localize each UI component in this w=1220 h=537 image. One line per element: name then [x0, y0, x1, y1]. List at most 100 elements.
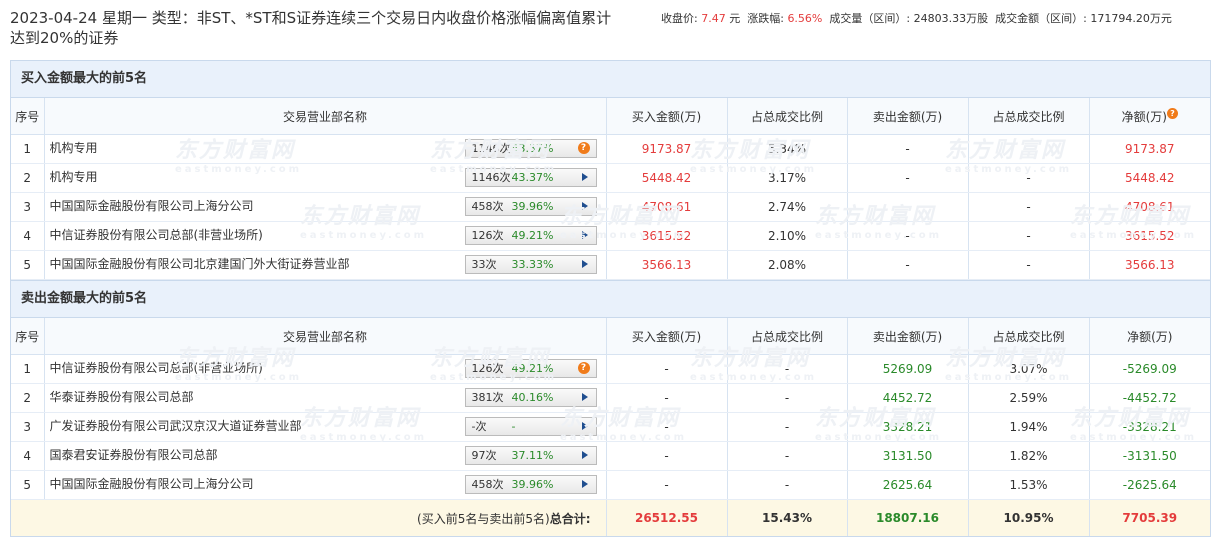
- sell-table: 序号 交易营业部名称 买入金额(万) 占总成交比例 卖出金额(万) 占总成交比例…: [11, 318, 1210, 536]
- appear-count: -次: [471, 420, 487, 433]
- sell-table-row: 2 华泰证券股份有限公司总部 381次 40.16% - - 4452.72 2…: [11, 383, 1210, 413]
- buy-table-row: 3 中国国际金融股份有限公司上海分公司 458次 39.96% 4708.61 …: [11, 192, 1210, 222]
- sell-ratio: -: [968, 192, 1090, 222]
- appear-count: 458次: [471, 478, 504, 491]
- appear-count: 97次: [471, 449, 497, 462]
- help-icon[interactable]: ?: [577, 142, 590, 154]
- branch-name-link[interactable]: 华泰证券股份有限公司总部: [50, 388, 460, 405]
- history-pill[interactable]: 381次 40.16%: [464, 388, 597, 407]
- col-sell-ratio: 占总成交比例: [968, 318, 1090, 355]
- buy-table-row: 4 中信证券股份有限公司总部(非营业场所) 126次 49.21% 3615.5…: [11, 221, 1210, 251]
- up-rate: 39.96%: [511, 200, 554, 213]
- sell-amount: 5269.09: [847, 354, 969, 384]
- buy-amount: -: [606, 354, 728, 384]
- sell-table-row: 5 中国国际金融股份有限公司上海分公司 458次 39.96% - - 2625…: [11, 470, 1210, 500]
- branch-name-link[interactable]: 中信证券股份有限公司总部(非营业场所): [50, 226, 460, 243]
- sell-table-row: 1 中信证券股份有限公司总部(非营业场所) 126次 49.21% ? - - …: [11, 354, 1210, 384]
- total-label-prefix: (买入前5名与卖出前5名): [417, 511, 550, 526]
- buy-amount: 4708.61: [606, 192, 728, 222]
- buy-amount: -: [606, 470, 728, 500]
- volume-label: 成交量（区间）:: [829, 12, 911, 25]
- total-label-bold: 总合计:: [549, 511, 591, 526]
- volume-value: 24803.33万股: [913, 12, 989, 25]
- appear-count: 458次: [471, 200, 504, 213]
- close-unit: 元: [729, 12, 741, 25]
- play-arrow-icon[interactable]: [581, 451, 588, 459]
- appear-count: 126次: [471, 362, 504, 375]
- play-arrow-icon[interactable]: [581, 260, 588, 268]
- branch-cell: 机构专用 1146次 43.37%: [44, 163, 607, 193]
- col-index: 序号: [11, 98, 45, 135]
- sell-table-row: 4 国泰君安证券股份有限公司总部 97次 37.11% - - 3131.50 …: [11, 441, 1210, 471]
- play-arrow-icon[interactable]: [581, 393, 588, 401]
- col-net-label: 净额(万): [1121, 109, 1167, 124]
- history-pill[interactable]: 97次 37.11%: [464, 446, 597, 465]
- buy-table-row: 2 机构专用 1146次 43.37% 5448.42 3.17% - - 54…: [11, 163, 1210, 193]
- sell-amount: -: [847, 163, 969, 193]
- sell-ratio: -: [968, 134, 1090, 164]
- history-pill[interactable]: -次 -: [464, 417, 597, 436]
- history-pill[interactable]: 33次 33.33%: [464, 255, 597, 274]
- play-arrow-icon[interactable]: [581, 202, 588, 210]
- branch-name-link[interactable]: 中信证券股份有限公司总部(非营业场所): [50, 359, 460, 376]
- appear-count: 1146次: [471, 171, 511, 184]
- branch-name-link[interactable]: 国泰君安证券股份有限公司总部: [50, 446, 460, 463]
- billboard-panel: 买入金额最大的前5名 序号 交易营业部名称 买入金额(万) 占总成交比例 卖出金…: [10, 60, 1211, 537]
- net-amount: 5448.42: [1089, 163, 1210, 193]
- appear-count: 33次: [471, 258, 497, 271]
- history-pill[interactable]: 458次 39.96%: [464, 475, 597, 494]
- play-arrow-icon[interactable]: [581, 173, 588, 181]
- buy-ratio: -: [727, 354, 848, 384]
- buy-ratio: 3.17%: [727, 163, 848, 193]
- branch-name-link[interactable]: 机构专用: [50, 139, 460, 156]
- net-amount: 3615.52: [1089, 221, 1210, 251]
- buy-header-row: 序号 交易营业部名称 买入金额(万) 占总成交比例 卖出金额(万) 占总成交比例…: [11, 98, 1210, 135]
- net-amount: -3131.50: [1089, 441, 1210, 471]
- row-index: 5: [11, 470, 45, 500]
- branch-name-link[interactable]: 广发证券股份有限公司武汉京汉大道证券营业部: [50, 417, 460, 434]
- col-buy-amount: 买入金额(万): [606, 98, 728, 135]
- history-pill[interactable]: 1146次 43.37% ?: [464, 139, 597, 158]
- col-buy-amount: 买入金额(万): [606, 318, 728, 355]
- change-label: 涨跌幅:: [747, 12, 784, 25]
- buy-ratio: 5.34%: [727, 134, 848, 164]
- up-rate: 43.37%: [511, 171, 554, 184]
- buy-table-row: 1 机构专用 1146次 43.37% ? 9173.87 5.34% - - …: [11, 134, 1210, 164]
- play-arrow-icon[interactable]: [581, 231, 588, 239]
- appear-count: 381次: [471, 391, 504, 404]
- col-buy-ratio: 占总成交比例: [727, 98, 848, 135]
- quote-bar: 收盘价: 7.47 元 涨跌幅: 6.56% 成交量（区间）: 24803.33…: [661, 10, 1172, 26]
- help-icon[interactable]: ?: [1166, 107, 1178, 119]
- branch-name-link[interactable]: 中国国际金融股份有限公司北京建国门外大街证券营业部: [50, 255, 460, 272]
- row-index: 2: [11, 163, 45, 193]
- branch-name-link[interactable]: 中国国际金融股份有限公司上海分公司: [50, 197, 460, 214]
- row-index: 3: [11, 412, 45, 442]
- buy-amount: 3615.52: [606, 221, 728, 251]
- col-sell-amount: 卖出金额(万): [847, 318, 969, 355]
- sell-header-row: 序号 交易营业部名称 买入金额(万) 占总成交比例 卖出金额(万) 占总成交比例…: [11, 318, 1210, 355]
- history-pill[interactable]: 126次 49.21%: [464, 226, 597, 245]
- history-pill[interactable]: 126次 49.21% ?: [464, 359, 597, 378]
- help-icon[interactable]: ?: [577, 362, 590, 374]
- buy-table: 序号 交易营业部名称 买入金额(万) 占总成交比例 卖出金额(万) 占总成交比例…: [11, 98, 1210, 280]
- play-arrow-icon[interactable]: [581, 480, 588, 488]
- sell-ratio: 1.94%: [968, 412, 1090, 442]
- buy-amount: 5448.42: [606, 163, 728, 193]
- history-pill[interactable]: 458次 39.96%: [464, 197, 597, 216]
- branch-name-link[interactable]: 机构专用: [50, 168, 460, 185]
- buy-ratio: -: [727, 383, 848, 413]
- net-amount: 9173.87: [1089, 134, 1210, 164]
- change-value: 6.56%: [787, 12, 823, 25]
- history-pill[interactable]: 1146次 43.37%: [464, 168, 597, 187]
- play-arrow-icon[interactable]: [581, 422, 588, 430]
- col-net-amount: 净额(万): [1089, 318, 1210, 355]
- sell-table-row: 3 广发证券股份有限公司武汉京汉大道证券营业部 -次 - - - 3328.21…: [11, 412, 1210, 442]
- col-sell-amount: 卖出金额(万): [847, 98, 969, 135]
- sell-amount: 4452.72: [847, 383, 969, 413]
- branch-cell: 国泰君安证券股份有限公司总部 97次 37.11%: [44, 441, 607, 471]
- sell-ratio: 1.82%: [968, 441, 1090, 471]
- branch-name-link[interactable]: 中国国际金融股份有限公司上海分公司: [50, 475, 460, 492]
- row-index: 4: [11, 441, 45, 471]
- branch-cell: 机构专用 1146次 43.37% ?: [44, 134, 607, 164]
- sell-amount: 3328.21: [847, 412, 969, 442]
